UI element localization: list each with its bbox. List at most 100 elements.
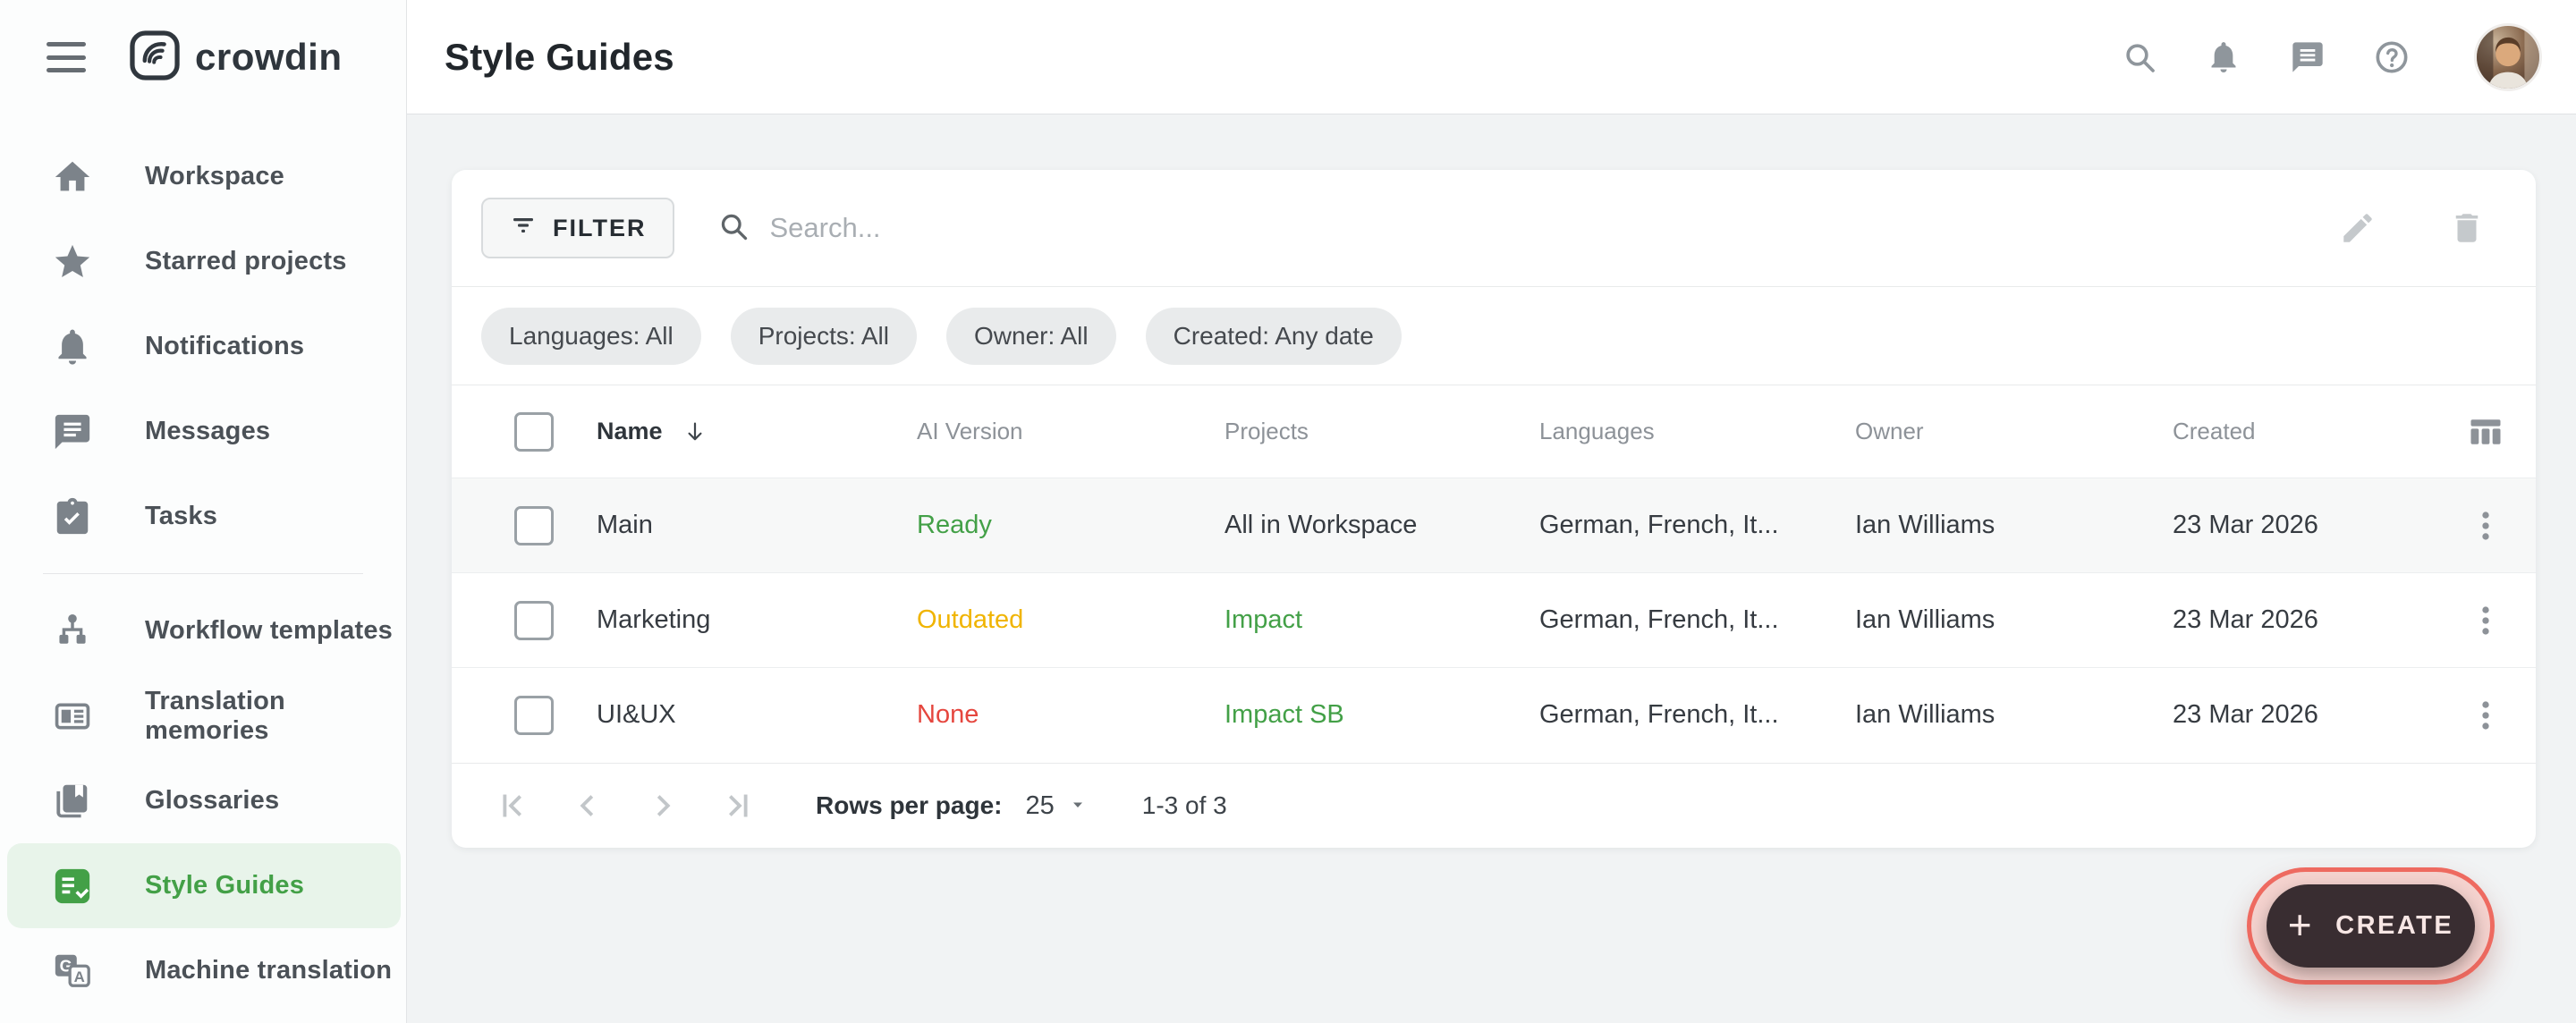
- sidebar-item-tasks[interactable]: Tasks: [7, 474, 401, 559]
- rows-per-page-select[interactable]: 25: [1025, 791, 1086, 821]
- columns-settings-icon[interactable]: [2466, 412, 2505, 452]
- first-page-icon[interactable]: [492, 785, 533, 826]
- topbar-icons: [2122, 23, 2542, 91]
- cell-projects: Impact: [1224, 605, 1539, 635]
- sidebar-item-workspace[interactable]: Workspace: [7, 134, 401, 219]
- sidebar-item-machine-translation[interactable]: GAMachine translation: [7, 928, 401, 1013]
- delete-icon[interactable]: [2448, 209, 2486, 247]
- next-page-icon[interactable]: [642, 785, 683, 826]
- sidebar-item-notifications[interactable]: Notifications: [7, 304, 401, 389]
- sidebar-item-style-guides[interactable]: Style Guides: [7, 843, 401, 928]
- sidebar-item-glossaries[interactable]: Glossaries: [7, 758, 401, 843]
- sidebar-divider: [43, 573, 363, 574]
- cell-created: 23 Mar 2026: [2173, 511, 2452, 540]
- cell-ai-version: Outdated: [917, 605, 1224, 635]
- column-header-created[interactable]: Created: [2173, 418, 2452, 445]
- column-header-ai-version[interactable]: AI Version: [917, 418, 1224, 445]
- filter-chip[interactable]: Created: Any date: [1146, 308, 1402, 365]
- column-header-languages[interactable]: Languages: [1539, 418, 1855, 445]
- translation-memory-icon: [52, 696, 93, 737]
- star-icon: [52, 241, 93, 283]
- table-row[interactable]: UI&UX None Impact SB German, French, It.…: [452, 667, 2536, 762]
- home-icon: [52, 156, 93, 198]
- style-guide-icon: [52, 866, 93, 907]
- crowdin-logo-icon: [129, 30, 181, 86]
- sidebar-item-workflow-templates[interactable]: Workflow templates: [7, 588, 401, 673]
- toolbar-actions: [2339, 209, 2486, 247]
- cell-created: 23 Mar 2026: [2173, 605, 2452, 635]
- cell-projects: All in Workspace: [1224, 511, 1539, 540]
- search-input[interactable]: [769, 212, 1395, 244]
- row-menu-icon[interactable]: [2466, 696, 2505, 735]
- topbar: Style Guides: [407, 0, 2576, 114]
- help-icon[interactable]: [2374, 39, 2410, 75]
- cell-ai-version: None: [917, 700, 1224, 730]
- sidebar-item-translation-memories[interactable]: Translation memories: [7, 673, 401, 758]
- create-button-highlight: + CREATE: [2247, 867, 2495, 985]
- filter-button[interactable]: FILTER: [481, 198, 674, 258]
- last-page-icon[interactable]: [717, 785, 758, 826]
- filter-chip[interactable]: Projects: All: [731, 308, 917, 365]
- rows-per-page-label: Rows per page:: [816, 791, 1002, 820]
- messages-icon[interactable]: [2290, 39, 2326, 75]
- content: FILTER: [407, 114, 2576, 1023]
- create-button-label: CREATE: [2335, 911, 2453, 941]
- pagination-range: 1-3 of 3: [1142, 791, 1227, 820]
- sidebar-item-starred-projects[interactable]: Starred projects: [7, 219, 401, 304]
- column-header-owner[interactable]: Owner: [1855, 418, 2173, 445]
- filter-button-label: FILTER: [553, 215, 646, 242]
- cell-languages: German, French, It...: [1539, 511, 1855, 540]
- sidebar-nav: WorkspaceStarred projectsNotificationsMe…: [0, 114, 406, 1013]
- main-area: Style Guides: [407, 0, 2576, 1023]
- table-row[interactable]: Main Ready All in Workspace German, Fren…: [452, 478, 2536, 572]
- sidebar-item-messages[interactable]: Messages: [7, 389, 401, 474]
- select-all-checkbox[interactable]: [514, 412, 554, 452]
- style-guides-card: FILTER: [452, 170, 2536, 848]
- app: crowdin WorkspaceStarred projectsNotific…: [0, 0, 2576, 1023]
- filter-chip[interactable]: Owner: All: [946, 308, 1116, 365]
- cell-ai-version: Ready: [917, 511, 1224, 540]
- bell-icon: [52, 326, 93, 368]
- cell-name: Main: [597, 511, 917, 540]
- cell-owner: Ian Williams: [1855, 605, 2173, 635]
- column-header-name[interactable]: Name: [597, 418, 917, 445]
- workflow-icon: [52, 611, 93, 652]
- cell-created: 23 Mar 2026: [2173, 700, 2452, 730]
- row-checkbox[interactable]: [514, 696, 554, 735]
- svg-text:A: A: [74, 968, 85, 985]
- cell-languages: German, French, It...: [1539, 700, 1855, 730]
- avatar[interactable]: [2474, 23, 2542, 91]
- prev-page-icon[interactable]: [567, 785, 608, 826]
- filter-chips: Languages: All Projects: All Owner: All Cre…: [452, 286, 2536, 385]
- chevron-down-icon: [1069, 791, 1087, 821]
- cell-languages: German, French, It...: [1539, 605, 1855, 635]
- menu-icon[interactable]: [47, 42, 86, 72]
- table-header: Name AI Version Projects Languages Owner…: [452, 385, 2536, 478]
- cell-owner: Ian Williams: [1855, 511, 2173, 540]
- create-button[interactable]: + CREATE: [2267, 884, 2475, 968]
- search-icon: [717, 210, 750, 247]
- plus-icon: +: [2288, 904, 2314, 945]
- logo-text: crowdin: [195, 36, 343, 79]
- column-header-projects[interactable]: Projects: [1224, 418, 1539, 445]
- card-toolbar: FILTER: [452, 170, 2536, 286]
- notifications-icon[interactable]: [2206, 39, 2241, 75]
- row-menu-icon[interactable]: [2466, 601, 2505, 640]
- cell-name: Marketing: [597, 605, 917, 635]
- row-checkbox[interactable]: [514, 506, 554, 545]
- pagination: Rows per page: 25 1-3 of 3: [452, 763, 2536, 848]
- row-checkbox[interactable]: [514, 601, 554, 640]
- row-menu-icon[interactable]: [2466, 506, 2505, 545]
- crowdin-logo[interactable]: crowdin: [129, 30, 343, 86]
- machine-translation-icon: GA: [52, 951, 93, 992]
- tasks-icon: [52, 496, 93, 537]
- glossary-icon: [52, 781, 93, 822]
- search-box: [717, 210, 2339, 247]
- cell-projects: Impact SB: [1224, 700, 1539, 730]
- filter-chip[interactable]: Languages: All: [481, 308, 701, 365]
- table-row[interactable]: Marketing Outdated Impact German, French…: [452, 572, 2536, 667]
- edit-icon[interactable]: [2339, 209, 2377, 247]
- sidebar: crowdin WorkspaceStarred projectsNotific…: [0, 0, 407, 1023]
- cell-owner: Ian Williams: [1855, 700, 2173, 730]
- search-icon[interactable]: [2122, 39, 2157, 75]
